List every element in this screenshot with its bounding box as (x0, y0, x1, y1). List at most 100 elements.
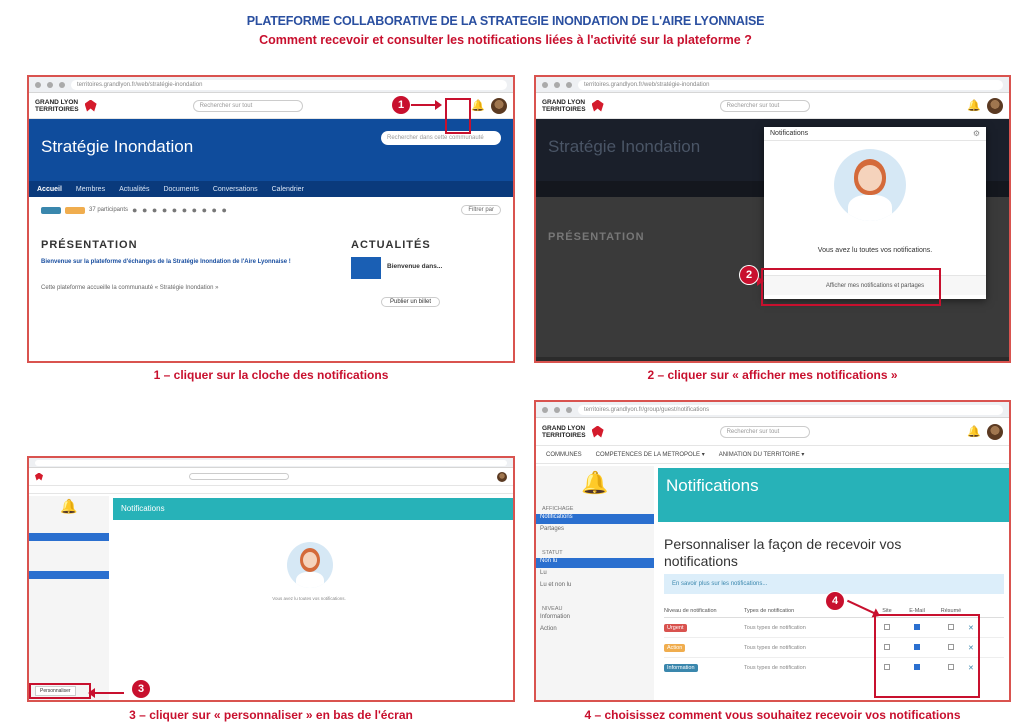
nav-animation[interactable]: ANIMATION DU TERRITOIRE ▾ (719, 451, 805, 458)
notif-type: Tous types de notification (744, 624, 806, 631)
app-header: GRAND LYON TERRITOIRES Rechercher sur tou… (536, 93, 1009, 119)
status-badge (41, 206, 61, 214)
address-bar[interactable] (35, 459, 507, 466)
sidebar-item[interactable] (29, 543, 109, 551)
browser-chrome (29, 458, 513, 468)
avatar[interactable] (497, 471, 507, 482)
bell-icon[interactable]: 🔔 (967, 99, 981, 112)
sidebar-item[interactable] (29, 619, 109, 627)
filter-button[interactable]: Filtrer par (461, 205, 501, 215)
nav-communes[interactable]: COMMUNES (546, 452, 582, 458)
level-badge-urgent: Urgent (664, 623, 687, 632)
browser-chrome: territoires.grandlyon.fr/group/guest/not… (536, 402, 1009, 418)
popover-title: Notifications (770, 130, 809, 137)
tab-conversations[interactable]: Conversations (213, 186, 258, 193)
grand-lyon-logo[interactable]: GRAND LYON TERRITOIRES (542, 425, 586, 439)
address-bar[interactable]: territoires.grandlyon.fr/web/stratégie-i… (71, 79, 507, 90)
col-header-level: Niveau de notification (664, 607, 717, 614)
bell-icon[interactable]: 🔔 (967, 425, 981, 438)
space-banner: Stratégie Inondation Rechercher dans cet… (29, 119, 513, 181)
tab-documents[interactable]: Documents (163, 186, 198, 193)
tab-accueil[interactable]: Accueil (37, 186, 62, 193)
step3-screenshot: 🔔 Personnaliser Notifications Vous avez … (27, 456, 515, 702)
global-search-input[interactable]: Rechercher sur tout (192, 99, 303, 112)
sidebar-item-notifications[interactable] (29, 533, 109, 541)
tab-membres[interactable]: Membres (76, 186, 105, 193)
step4-caption: 4 – choisissez comment vous souhaitez re… (584, 708, 961, 722)
bell-icon[interactable]: 🔔 (471, 99, 485, 112)
grand-lyon-logo[interactable]: GRAND LYON TERRITOIRES (35, 99, 79, 113)
step1-caption: 1 – cliquer sur la cloche des notificati… (153, 368, 389, 382)
status-badge (65, 206, 85, 214)
sidebar-item[interactable] (29, 581, 109, 589)
sidebar-item-information[interactable]: Information (536, 614, 654, 624)
notif-type: Tous types de notification (744, 644, 806, 651)
top-nav: COMMUNES COMPETENCES DE LA METROPOLE ▾ A… (536, 446, 1009, 464)
step-badge-4: 4 (826, 592, 844, 610)
sidebar-item[interactable] (29, 609, 109, 617)
sidebar-item-non-lu[interactable]: Non lu (536, 558, 654, 568)
news-thumbnail (351, 257, 381, 279)
participants-count: 37 participants (89, 207, 129, 213)
col-header-digest: Résumé (940, 607, 962, 614)
sidebar-item[interactable] (29, 561, 109, 569)
grand-lyon-logo[interactable]: GRAND LYON TERRITOIRES (542, 99, 586, 113)
customize-heading: Personnaliser la façon de recevoir vos n… (664, 536, 902, 569)
highlight-checkbox-columns (874, 614, 980, 698)
sidebar-item-action[interactable]: Action (536, 626, 654, 636)
sidebar-item[interactable] (29, 599, 109, 607)
sidebar-item-lu[interactable]: Lu (536, 570, 654, 580)
step-badge-2: 2 (740, 266, 758, 284)
col-header-email: E-Mail (909, 607, 925, 614)
space-content: 37 participants ● ● ● ● ● ● ● ● ● ● Filt… (29, 197, 513, 357)
page-title: PLATEFORME COLLABORATIVE DE LA STRATEGIE… (246, 14, 765, 28)
notif-type: Tous types de notification (744, 665, 806, 671)
member-avatars: ● ● ● ● ● ● ● ● ● ● (132, 205, 228, 215)
space-title: Stratégie Inondation (41, 137, 194, 156)
sidebar-item-unread[interactable] (29, 571, 109, 579)
avatar[interactable] (491, 97, 507, 114)
address-bar[interactable]: territoires.grandlyon.fr/group/guest/not… (578, 404, 1003, 415)
level-badge-action: Action (664, 643, 686, 652)
presentation-text: Bienvenue sur la plateforme d'échanges d… (41, 259, 291, 265)
step-badge-3: 3 (132, 680, 150, 698)
global-search-input[interactable]: Rechercher sur tout (719, 99, 810, 112)
news-item-title[interactable]: Bienvenue dans... (387, 263, 442, 270)
global-search-input[interactable]: Rechercher sur tout (719, 425, 810, 438)
app-header: GRAND LYON TERRITOIRES Rechercher sur tou… (536, 418, 1009, 446)
sidebar-item-partages[interactable]: Partages (536, 526, 654, 536)
sidebar-item-lu-et-non-lu[interactable]: Lu et non lu (536, 582, 654, 592)
step2-screenshot: territoires.grandlyon.fr/web/stratégie-i… (534, 75, 1011, 363)
lion-logo-icon (35, 472, 43, 481)
pointer-arrow (94, 692, 124, 694)
tab-actualites[interactable]: Actualités (119, 186, 149, 193)
global-search-input[interactable] (189, 473, 289, 480)
highlight-personalize (29, 683, 91, 699)
sidebar: 🔔 AFFICHAGE Notifications Partages STATU… (536, 466, 654, 700)
browser-chrome: territoires.grandlyon.fr/web/stratégie-i… (536, 77, 1009, 93)
tab-calendrier[interactable]: Calendrier (272, 186, 304, 193)
pointer-arrow (410, 100, 442, 110)
info-dropdown[interactable]: En savoir plus sur les notifications... (664, 574, 1004, 594)
nav-competences[interactable]: COMPETENCES DE LA METROPOLE ▾ (596, 451, 705, 458)
sidebar-item[interactable] (29, 523, 109, 531)
page-subtitle: Comment recevoir et consulter les notifi… (259, 33, 752, 47)
step1-screenshot: territoires.grandlyon.fr/web/stratégie-i… (27, 75, 515, 363)
avatar[interactable] (987, 423, 1003, 440)
lion-logo-icon (84, 99, 97, 112)
notifications-header: Notifications (658, 468, 1009, 522)
col-header-type: Types de notification (744, 607, 795, 614)
gear-icon[interactable]: ⚙ (973, 129, 980, 138)
empty-message: Vous avez lu toutes vos notifications. (272, 596, 346, 601)
presentation-heading: PRÉSENTATION (41, 239, 138, 251)
publish-button[interactable]: Publier un billet (381, 297, 441, 307)
address-bar[interactable]: territoires.grandlyon.fr/web/stratégie-i… (578, 79, 1003, 90)
avatar[interactable] (987, 97, 1003, 114)
space-search-input[interactable]: Rechercher dans cette communauté (381, 131, 501, 145)
news-heading: ACTUALITÉS (351, 239, 431, 251)
empty-message: Vous avez lu toutes vos notifications. (817, 247, 933, 254)
sidebar-item-notifications[interactable]: Notifications (536, 514, 654, 524)
level-badge-information: Information (664, 664, 698, 672)
notifications-header: Notifications (113, 498, 513, 520)
step3-caption: 3 – cliquer sur « personnaliser » en bas… (129, 708, 413, 722)
